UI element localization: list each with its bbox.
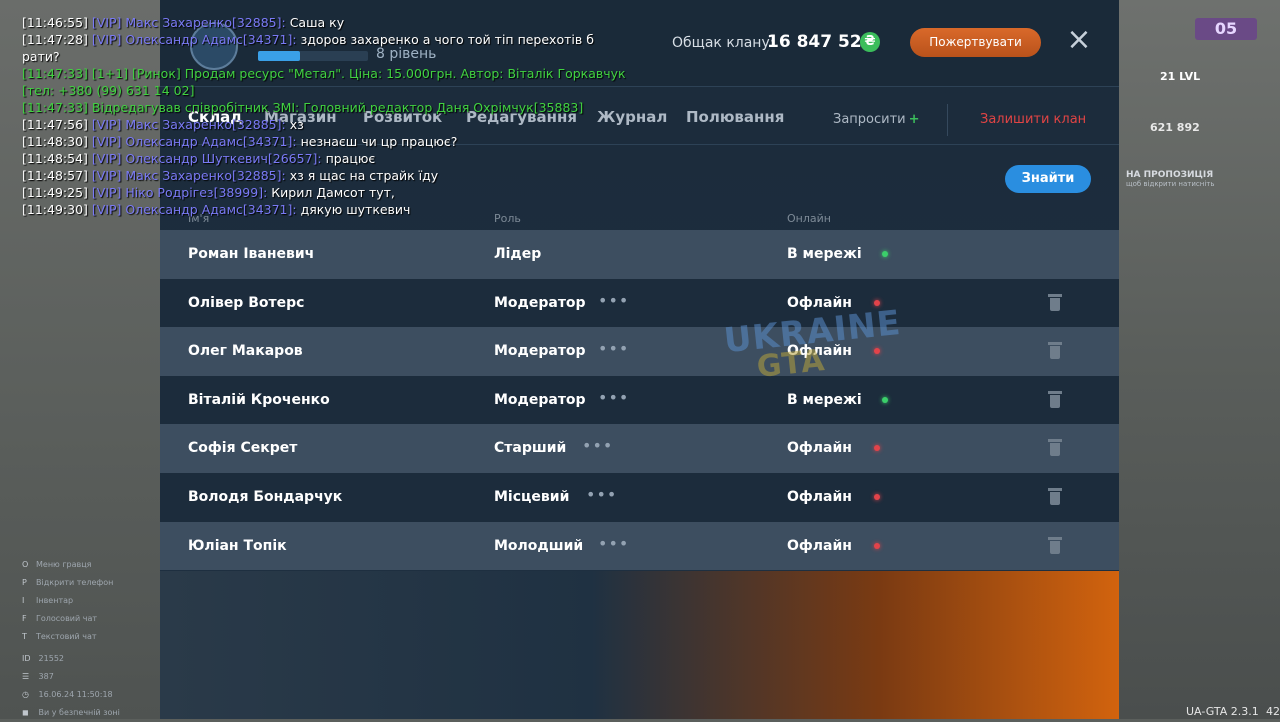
hint-item: I Інвентар (22, 596, 74, 605)
member-role: Молодший (494, 537, 584, 554)
chat-line: [11:47:28] [VIP] Олександр Адамс[34371]:… (22, 32, 594, 47)
chat-line: [11:48:57] [VIP] Макс Захаренко[32885]: … (22, 168, 439, 183)
table-row[interactable]: Софія Секрет Старший ••• Офлайн (160, 424, 1119, 473)
member-status: Офлайн (787, 537, 852, 554)
chat-line: [11:49:30] [VIP] Олександр Адамс[34371]:… (22, 202, 411, 217)
hint-item: O Меню гравця (22, 560, 92, 569)
hryvnia-icon: ₴ (860, 32, 880, 52)
close-icon[interactable]: × (1065, 25, 1093, 55)
chat-line: рати? (22, 49, 60, 64)
find-button[interactable]: Знайти (1005, 165, 1091, 193)
online-indicator-icon (882, 251, 888, 257)
hud-badge: 05 (1195, 18, 1257, 40)
tab-divider (947, 104, 948, 136)
chat-line: [11:47:33] Відредагував співробітник ЗМІ… (22, 100, 584, 115)
more-options-icon[interactable]: ••• (598, 279, 629, 323)
trash-icon[interactable] (1048, 390, 1062, 409)
member-status: В мережі (787, 246, 862, 262)
member-role: Модератор (494, 391, 586, 408)
chat-line: [11:49:25] [VIP] Ніко Родрігез[38999]: К… (22, 185, 395, 200)
offline-indicator-icon (874, 493, 880, 500)
invite-label: Запросити (833, 112, 906, 127)
chat-line: [тел: +380 (99) 631 14 02] (22, 83, 195, 98)
more-options-icon[interactable]: ••• (582, 424, 613, 468)
leave-clan-button[interactable]: Залишити клан (980, 112, 1086, 127)
chat-line: [11:47:33] [1+1] [Ринок] Продам ресурс "… (22, 66, 626, 81)
member-name: Олівер Вотерс (188, 294, 305, 311)
member-name: Віталій Кроченко (188, 391, 330, 408)
online-indicator-icon (882, 396, 888, 403)
trash-icon[interactable] (1048, 487, 1062, 506)
hint-item: T Текстовий чат (22, 632, 97, 641)
table-row[interactable]: Юліан Топік Молодший ••• Офлайн (160, 521, 1119, 571)
tab-hunting[interactable]: Полювання (686, 108, 784, 126)
datetime: ◷ 16.06.24 11:50:18 (22, 690, 113, 699)
member-name: Роман Іваневич (188, 246, 315, 262)
invite-button[interactable]: Запросити + (833, 112, 920, 127)
game-chat: [11:46:55] [VIP] Макс Захаренко[32885]: … (22, 14, 652, 218)
table-row[interactable]: Володя Бондарчук Місцевий ••• Офлайн (160, 472, 1119, 522)
trash-icon[interactable] (1048, 293, 1062, 312)
member-name: Олег Макаров (188, 343, 303, 360)
player-level: 21 LVL (1160, 70, 1201, 83)
game-background-bottom (160, 571, 1119, 719)
fps-counter: 42 (1266, 705, 1280, 718)
chat-line: [11:48:54] [VIP] Олександр Шуткевич[2665… (22, 151, 376, 166)
more-options-icon[interactable]: ••• (598, 522, 629, 566)
member-status: Офлайн (787, 488, 852, 505)
member-name: Софія Секрет (188, 440, 298, 457)
offline-indicator-icon (874, 542, 880, 549)
member-role: Модератор (494, 343, 586, 360)
table-row[interactable]: Олег Макаров Модератор ••• Офлайн (160, 327, 1119, 376)
more-options-icon[interactable]: ••• (586, 473, 617, 517)
game-version: UA-GTA 2.3.1 (1186, 705, 1259, 718)
chat-line: [11:47:56] [VIP] Макс Захаренко[32885]: … (22, 117, 304, 132)
member-role: Модератор (494, 294, 586, 311)
table-row[interactable]: Олівер Вотерс Модератор ••• Офлайн (160, 278, 1119, 328)
online-count: ☰ 387 (22, 672, 54, 681)
server-stats: ID 21552 ☰ 387 ◷ 16.06.24 11:50:18 ◼ Ви … (22, 650, 120, 722)
chat-line: [11:46:55] [VIP] Макс Захаренко[32885]: … (22, 15, 345, 30)
trash-icon[interactable] (1048, 342, 1062, 360)
member-status: В мережі (787, 391, 862, 408)
member-role: Старший (494, 440, 567, 457)
trash-icon[interactable] (1048, 439, 1062, 457)
more-options-icon[interactable]: ••• (598, 376, 629, 420)
table-row[interactable]: Віталій Кроченко Модератор ••• В мережі (160, 375, 1119, 425)
hint-item: P Відкрити телефон (22, 578, 114, 587)
table-row[interactable]: Роман Іваневич Лідер В мережі (160, 230, 1119, 279)
chat-line: [11:48:30] [VIP] Олександр Адамс[34371]:… (22, 134, 458, 149)
trash-icon[interactable] (1048, 536, 1062, 555)
member-name: Юліан Топік (188, 537, 287, 554)
offer-hint: НА ПРОПОЗИЦІЯ щоб відкрити натисніть (1126, 170, 1215, 188)
hint-item: F Голосовий чат (22, 614, 98, 623)
clan-fund-value: 16 847 525 (767, 32, 874, 52)
member-name: Володя Бондарчук (188, 488, 343, 505)
member-role: Місцевий (494, 488, 570, 505)
more-options-icon[interactable]: ••• (598, 327, 629, 371)
member-status: Офлайн (787, 440, 852, 457)
member-role: Лідер (494, 246, 542, 262)
safe-zone: ◼ Ви у безпечній зоні (22, 708, 120, 717)
column-online: Онлайн (787, 212, 831, 225)
game-background-right (1119, 0, 1280, 719)
donate-button[interactable]: Пожертвувати (910, 28, 1041, 57)
clan-fund-label: Общак клану: (672, 35, 775, 51)
keybind-hints: O Меню гравця P Відкрити телефон I Інвентар… (22, 556, 152, 646)
members-table: Роман Іваневич Лідер В мережі Олівер Вот… (160, 230, 1119, 571)
player-money: 621 892 (1150, 121, 1200, 134)
offline-indicator-icon (874, 445, 880, 452)
player-id: ID 21552 (22, 654, 64, 663)
plus-icon: + (908, 112, 920, 127)
